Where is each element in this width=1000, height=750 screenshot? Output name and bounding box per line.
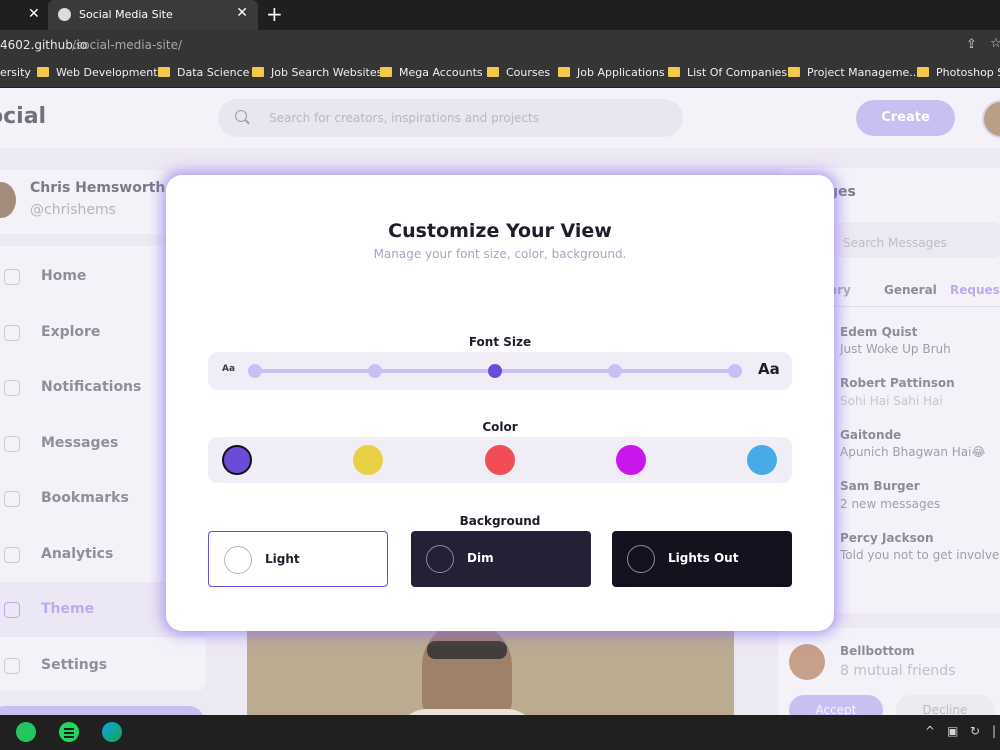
bookmark-item[interactable]: ersity	[0, 66, 31, 79]
tray-network-icon[interactable]: ▣	[947, 724, 958, 738]
font-size-small-label: Aa	[222, 364, 236, 374]
bookmark-item[interactable]: Job Search Websites	[252, 66, 382, 79]
bookmark-item[interactable]: Web Development	[37, 66, 158, 79]
url-path[interactable]: /social-media-site/	[72, 38, 182, 52]
folder-icon	[668, 67, 680, 77]
browser-tab[interactable]: Social Media Site ✕	[48, 0, 258, 30]
font-size-slider[interactable]: Aa Aa	[208, 352, 792, 390]
color-label: Color	[482, 420, 518, 434]
bookmark-item[interactable]: Photoshop Sit	[917, 66, 1000, 79]
bookmark-item[interactable]: Data Science	[158, 66, 249, 79]
font-size-option[interactable]	[488, 364, 502, 378]
background-label: Background	[459, 514, 541, 528]
edge-icon[interactable]	[102, 722, 122, 742]
color-option-purple[interactable]	[222, 445, 252, 475]
folder-icon	[37, 67, 49, 77]
bookmark-item[interactable]: Job Applications	[558, 66, 665, 79]
color-picker	[208, 437, 792, 483]
tray-sync-icon[interactable]: ↻	[970, 724, 980, 738]
background-option-lights-out[interactable]: Lights Out	[612, 531, 792, 587]
folder-icon	[487, 67, 499, 77]
folder-icon	[158, 67, 170, 77]
modal-subtitle: Manage your font size, color, background…	[373, 247, 627, 261]
font-size-option[interactable]	[728, 364, 742, 378]
close-tab-icon[interactable]: ✕	[236, 5, 248, 21]
modal-title: Customize Your View	[388, 220, 612, 242]
folder-icon	[380, 67, 392, 77]
bookmarks-bar: ersity Web Development Data Science Job …	[0, 60, 1000, 88]
share-icon[interactable]: ⇪	[966, 37, 977, 52]
whatsapp-icon[interactable]	[16, 722, 36, 742]
background-option-dim[interactable]: Dim	[411, 531, 591, 587]
spotify-icon[interactable]	[59, 722, 79, 742]
color-option-blue[interactable]	[747, 445, 777, 475]
background-option-light[interactable]: Light	[208, 531, 388, 587]
bookmark-item[interactable]: Project Manageme...	[788, 66, 920, 79]
color-option-magenta[interactable]	[616, 445, 646, 475]
browser-tab-bar: ✕ Social Media Site ✕ +	[0, 0, 1000, 30]
windows-taskbar: ^ ▣ ↻ |	[0, 715, 1000, 750]
customize-theme-modal: Customize Your View Manage your font siz…	[166, 175, 834, 631]
radio-icon	[627, 545, 655, 573]
address-bar[interactable]: 4602.github.io /social-media-site/ ⇪ ☆	[0, 30, 1000, 60]
color-option-yellow[interactable]	[353, 445, 383, 475]
font-size-option[interactable]	[248, 364, 262, 378]
folder-icon	[917, 67, 929, 77]
new-tab-button[interactable]: +	[266, 2, 283, 26]
spotify-line	[64, 728, 74, 730]
radio-icon	[426, 545, 454, 573]
font-size-option[interactable]	[608, 364, 622, 378]
close-tab-icon[interactable]: ✕	[28, 6, 40, 22]
font-size-label: Font Size	[468, 335, 532, 349]
bookmark-item[interactable]: Courses	[487, 66, 550, 79]
bookmark-item[interactable]: Mega Accounts	[380, 66, 483, 79]
chevron-up-icon[interactable]: ^	[925, 724, 935, 738]
radio-icon	[224, 546, 252, 574]
color-option-red[interactable]	[485, 445, 515, 475]
folder-icon	[788, 67, 800, 77]
folder-icon	[558, 67, 570, 77]
folder-icon	[252, 67, 264, 77]
tab-title: Social Media Site	[79, 8, 173, 21]
globe-icon	[58, 8, 71, 21]
spotify-line	[64, 732, 74, 734]
font-size-option[interactable]	[368, 364, 382, 378]
bookmark-item[interactable]: List Of Companies	[668, 66, 787, 79]
font-size-large-label: Aa	[758, 360, 780, 378]
tray-clock-icon[interactable]: |	[992, 724, 996, 738]
star-icon[interactable]: ☆	[990, 36, 1000, 51]
spotify-line	[64, 736, 74, 738]
